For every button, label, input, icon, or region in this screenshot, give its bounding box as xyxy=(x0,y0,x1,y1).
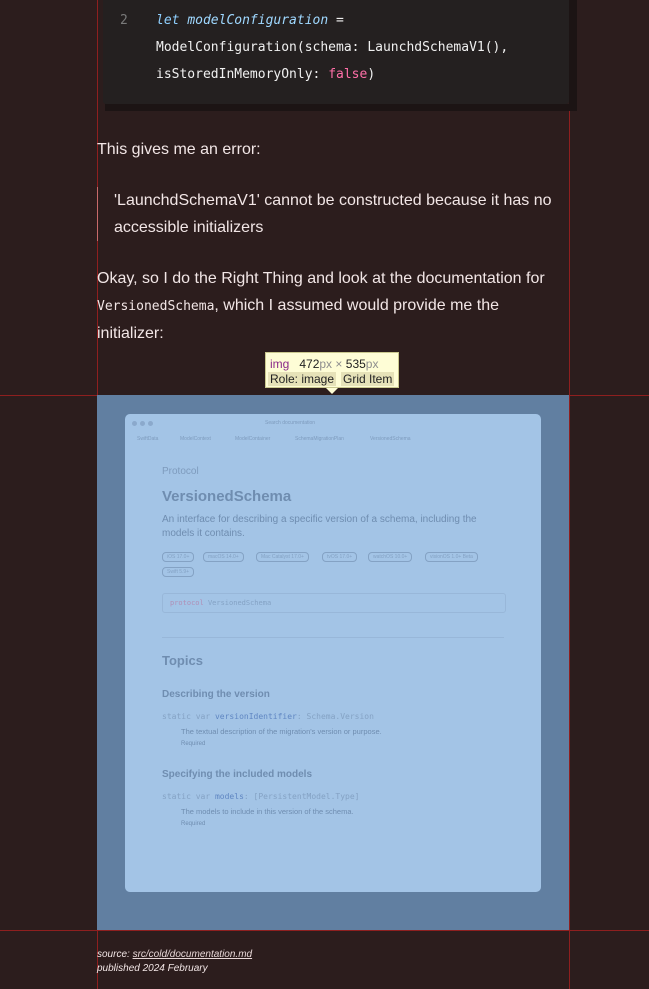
footer-source-link[interactable]: src/cold/documentation.md xyxy=(133,949,253,960)
code-line-3: isStoredInMemoryOnly: false) xyxy=(156,67,375,82)
doc-symbol-description: The models to include in this version of… xyxy=(181,807,354,816)
availability-badge: watchOS 10.0+ xyxy=(368,552,413,562)
window-toolbar: Search documentation xyxy=(125,414,541,434)
doc-search-field: Search documentation xyxy=(265,420,316,426)
inspector-unit: px xyxy=(319,357,333,371)
doc-symbol-description: The textual description of the migration… xyxy=(181,727,382,736)
doc-breadcrumb-3: SchemaMigrationPlan xyxy=(295,436,344,442)
doc-section-heading: Specifying the included models xyxy=(162,769,313,780)
inspector-grid-item: Grid Item xyxy=(341,372,395,386)
inspector-height: 535 xyxy=(345,357,366,371)
availability-badge: iOS 17.0+ xyxy=(162,552,195,562)
declaration-box: protocol VersionedSchema xyxy=(162,593,506,613)
availability-badge: Mac Catalyst 17.0+ xyxy=(256,552,309,562)
doc-required-label: Required xyxy=(181,741,206,747)
blockquote-bar xyxy=(97,187,98,241)
paragraph-documentation: Okay, so I do the Right Thing and look a… xyxy=(97,265,569,347)
code-close: ) xyxy=(367,67,376,82)
inspector-width: 472 xyxy=(299,357,320,371)
footer-source: source: src/cold/documentation.md xyxy=(97,949,252,960)
paragraph-error-intro: This gives me an error: xyxy=(97,141,261,158)
doc-breadcrumb-1: ModelContext xyxy=(180,436,211,442)
window-zoom-icon xyxy=(148,421,153,426)
sig-type: : Schema.Version xyxy=(296,712,374,721)
availability-badge: macOS 14.0+ xyxy=(203,552,244,562)
doc-description: An interface for describing a specific v… xyxy=(162,514,477,539)
footer-published: published 2024 February xyxy=(97,963,208,974)
inspector-tooltip: img 472px × 535px Role: image Grid Item xyxy=(265,352,399,388)
doc-symbol-signature: static var versionIdentifier: Schema.Ver… xyxy=(162,712,374,721)
window-close-icon xyxy=(132,421,137,426)
code-identifier: modelConfiguration xyxy=(187,13,329,28)
line-number: 2 xyxy=(120,13,128,28)
inspector-tag: img xyxy=(270,357,290,371)
availability-badge: Swift 5.9+ xyxy=(162,567,195,577)
code-assign: = xyxy=(328,13,344,28)
code-arg: isStoredInMemoryOnly: xyxy=(156,67,329,82)
declaration-keyword: protocol xyxy=(170,599,204,607)
symbol-link-models[interactable]: models xyxy=(215,792,244,801)
code-line-1: let modelConfiguration = xyxy=(156,13,344,28)
window-minimize-icon xyxy=(140,421,145,426)
availability-badge: visionOS 1.0+ Beta xyxy=(425,552,478,562)
paragraph-text-start: Okay, so I do the Right Thing and look a… xyxy=(97,270,545,287)
inspector-times: × xyxy=(335,357,343,371)
symbol-link-version-identifier[interactable]: versionIdentifier xyxy=(215,712,297,721)
blockquote-error: 'LaunchdSchemaV1' cannot be constructed … xyxy=(114,192,552,236)
inspector-unit-2: px xyxy=(365,357,379,371)
doc-kicker: Protocol xyxy=(162,466,199,477)
sig-prefix: static var xyxy=(162,712,215,721)
tooltip-arrow-icon xyxy=(326,388,338,394)
code-bool: false xyxy=(328,67,368,82)
doc-breadcrumb-0: SwiftData xyxy=(137,436,159,442)
doc-divider xyxy=(162,637,504,638)
availability-badge: tvOS 17.0+ xyxy=(322,552,358,562)
doc-breadcrumb-2: ModelContainer xyxy=(235,436,271,442)
sig-prefix: static var xyxy=(162,792,215,801)
doc-symbol-signature: static var models: [PersistentModel.Type… xyxy=(162,792,359,801)
code-block-shadow xyxy=(105,104,577,111)
inline-code-versionedschema: VersionedSchema xyxy=(97,299,215,314)
inspector-role: Role: image xyxy=(268,372,337,386)
doc-topics-heading: Topics xyxy=(162,653,203,668)
code-line-2: ModelConfiguration(schema: LaunchdSchema… xyxy=(156,40,509,55)
footer-source-label: source: xyxy=(97,949,133,960)
inspector-size-line: img 472px × 535px xyxy=(270,357,378,371)
sig-type: : [PersistentModel.Type] xyxy=(243,792,360,801)
doc-required-label: Required xyxy=(181,821,206,827)
guide-line-right xyxy=(569,0,570,989)
doc-section-heading: Describing the version xyxy=(162,689,270,700)
doc-title: VersionedSchema xyxy=(162,488,292,505)
code-keyword: let xyxy=(156,13,180,28)
declaration-name: VersionedSchema xyxy=(207,599,272,607)
code-block-shadow-side xyxy=(569,0,577,111)
doc-breadcrumb-4: VersionedSchema xyxy=(370,436,411,442)
guide-line-bottom xyxy=(0,930,649,931)
